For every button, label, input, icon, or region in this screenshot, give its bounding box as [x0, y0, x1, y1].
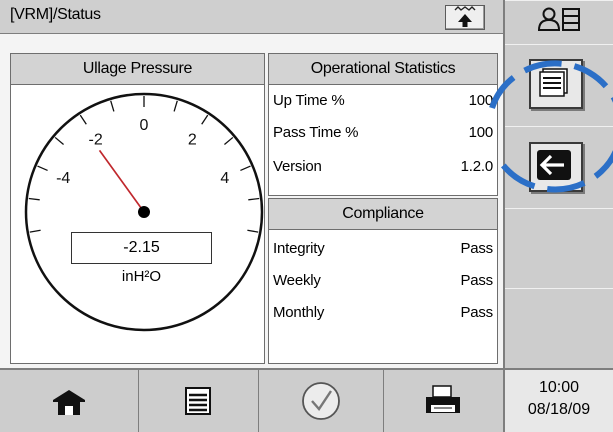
stat-label: Up Time %: [273, 92, 345, 109]
user-list-button[interactable]: [505, 0, 613, 46]
pressure-gauge: -4 -2 0 2 4: [24, 92, 264, 332]
gauge-tick-label: -4: [56, 170, 70, 187]
printer-icon: [426, 385, 460, 413]
stat-row-uptime: Up Time % 100: [273, 92, 493, 116]
upload-icon: [454, 6, 476, 27]
back-arrow-icon: [537, 150, 571, 180]
stat-label: Pass Time %: [273, 124, 359, 141]
reports-icon-frame: [529, 59, 583, 109]
list-button[interactable]: [138, 370, 259, 432]
clock-date: 08/18/09: [527, 401, 591, 418]
sidebar-button-empty-2[interactable]: [505, 288, 613, 370]
home-button[interactable]: [0, 370, 139, 432]
compliance-value: Pass: [460, 240, 493, 257]
stat-value: 1.2.0: [460, 158, 494, 175]
bottom-toolbar: [0, 368, 503, 432]
ullage-pressure-heading: Ullage Pressure: [11, 54, 264, 85]
compliance-row-monthly: Monthly Pass: [273, 304, 493, 328]
gauge-tick-label: 4: [220, 170, 229, 187]
page-title: [VRM]/Status: [10, 6, 101, 23]
gauge-tick-label: 0: [140, 117, 149, 134]
compliance-value: Pass: [460, 272, 493, 289]
compliance-label: Weekly: [273, 272, 321, 289]
compliance-row-integrity: Integrity Pass: [273, 240, 493, 264]
compliance-value: Pass: [460, 304, 493, 321]
stat-row-version: Version 1.2.0: [273, 158, 493, 182]
compliance-label: Monthly: [273, 304, 325, 321]
reports-icon: [539, 68, 568, 97]
back-icon-frame: [529, 142, 583, 192]
upload-button[interactable]: [445, 5, 485, 30]
stat-row-passtime: Pass Time % 100: [273, 124, 493, 148]
back-button[interactable]: [505, 126, 613, 210]
compliance-heading: Compliance: [269, 199, 497, 230]
title-bar: [VRM]/Status: [0, 0, 503, 34]
gauge-hub: [138, 206, 150, 218]
compliance-label: Integrity: [273, 240, 325, 257]
stat-value: 100: [468, 124, 494, 141]
list-icon: [185, 387, 211, 415]
stat-label: Version: [273, 158, 322, 175]
home-icon: [53, 390, 85, 415]
gauge-tick-label: -2: [89, 131, 103, 148]
operational-statistics-panel: Operational Statistics Up Time % 100 Pas…: [268, 53, 498, 196]
pressure-unit: inH²O: [121, 268, 162, 285]
checkmark-icon: [301, 382, 340, 420]
compliance-row-weekly: Weekly Pass: [273, 272, 493, 296]
print-button[interactable]: [383, 370, 503, 432]
pressure-readout: -2.15: [71, 232, 212, 264]
clock-time: 10:00: [538, 379, 580, 396]
operational-statistics-heading: Operational Statistics: [269, 54, 497, 85]
datetime-display: 10:00 08/18/09: [503, 368, 613, 432]
gauge-tick-label: 2: [188, 131, 197, 148]
user-list-icon: [537, 7, 580, 31]
compliance-panel: Compliance Integrity Pass Weekly Pass Mo…: [268, 198, 498, 364]
reports-button[interactable]: [505, 44, 613, 128]
stat-value: 100: [468, 92, 494, 109]
sidebar-button-empty-1[interactable]: [505, 208, 613, 290]
checkmark-button[interactable]: [258, 370, 384, 432]
